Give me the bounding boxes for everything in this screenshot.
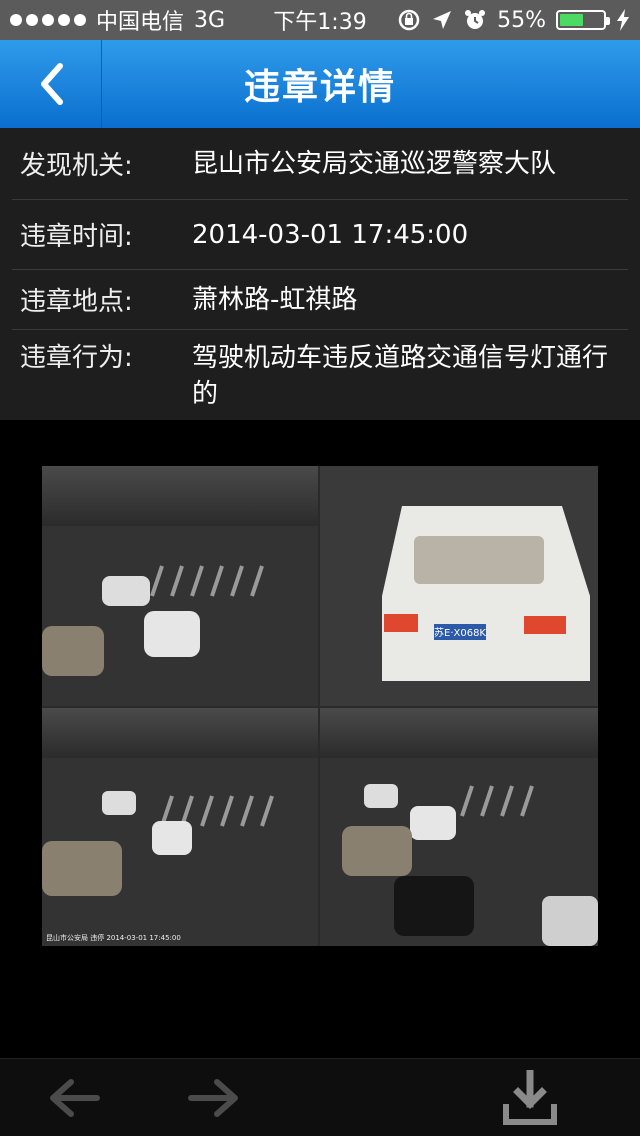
detail-label: 违章时间:: [20, 222, 133, 252]
status-bar: 中国电信 3G 下午1:39 55%: [0, 0, 640, 40]
bottom-toolbar: [0, 1058, 640, 1136]
carrier-label: 中国电信: [96, 10, 185, 35]
violation-photo-image: 苏E·X068K 昆山市公安局 违停 2014-03-01 17:45:00: [42, 466, 598, 946]
detail-value: 2014-03-01 17:45:00: [192, 219, 469, 250]
violation-details: 发现机关: 昆山市公安局交通巡逻警察大队 违章时间: 2014-03-01 17…: [0, 128, 640, 420]
download-button[interactable]: [500, 1070, 560, 1125]
plate-text: 苏E·X068K: [434, 626, 486, 639]
signal-strength-icon: [10, 14, 86, 26]
battery-level: [560, 14, 584, 26]
detail-row-location: 违章地点: 萧林路-虹祺路: [12, 270, 628, 330]
violation-photo[interactable]: 苏E·X068K 昆山市公安局 违停 2014-03-01 17:45:00: [42, 466, 598, 946]
charging-bolt-icon: [617, 9, 629, 31]
previous-button[interactable]: [44, 1073, 104, 1123]
back-button[interactable]: [0, 40, 102, 128]
battery-percent: 55%: [497, 7, 546, 33]
detail-row-behavior: 违章行为: 驾驶机动车违反道路交通信号灯通行的: [12, 340, 628, 416]
photo-caption: 昆山市公安局 违停 2014-03-01 17:45:00: [46, 933, 181, 942]
detail-row-authority: 发现机关: 昆山市公安局交通巡逻警察大队: [12, 128, 628, 200]
detail-value: 驾驶机动车违反道路交通信号灯通行的: [192, 343, 609, 409]
next-button[interactable]: [184, 1073, 244, 1123]
detail-label: 发现机关:: [20, 151, 133, 181]
alarm-icon: [465, 10, 486, 29]
page-title: 违章详情: [243, 67, 396, 108]
detail-value: 昆山市公安局交通巡逻警察大队: [192, 148, 557, 179]
detail-label: 违章地点:: [20, 287, 133, 317]
navigation-bar: 违章详情: [0, 40, 640, 128]
location-arrow-icon: [433, 11, 452, 29]
download-icon: [503, 1070, 557, 1125]
battery-icon: [556, 10, 610, 30]
detail-row-time: 违章时间: 2014-03-01 17:45:00: [12, 200, 628, 270]
detail-label: 违章行为:: [20, 343, 133, 373]
detail-value: 萧林路-虹祺路: [192, 284, 358, 315]
arrow-right-icon: [188, 1079, 238, 1117]
rotation-lock-icon: [398, 9, 420, 31]
network-label: 3G: [194, 7, 226, 33]
arrow-left-icon: [50, 1079, 100, 1117]
chevron-left-icon: [40, 63, 63, 105]
